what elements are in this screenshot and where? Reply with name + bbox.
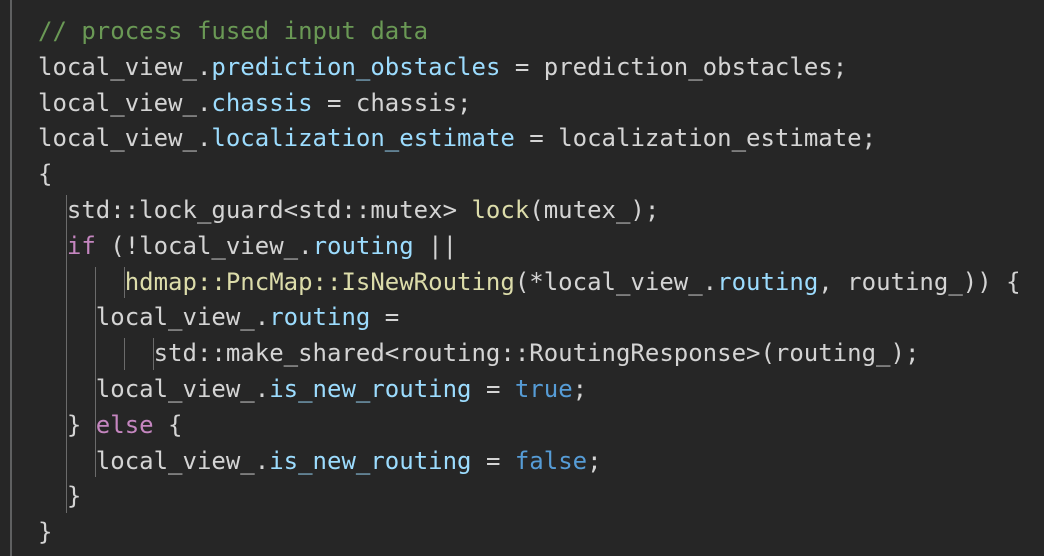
code-token-property: localization_estimate (211, 124, 515, 153)
code-token-property: routing (269, 303, 371, 332)
code-token-comment: // process fused input data (38, 17, 429, 45)
code-token-plain: . (196, 124, 212, 153)
code-token-plain: local_view_ (38, 124, 197, 153)
code-token-plain: . (702, 267, 718, 296)
code-token-property: is_new_routing (269, 375, 472, 403)
code-token-plain: local_view_ (38, 303, 255, 332)
code-token-function: lock (471, 196, 530, 224)
code-line[interactable]: local_view_.is_new_routing = false; (38, 444, 602, 480)
code-line[interactable]: local_view_.localization_estimate = loca… (38, 121, 876, 157)
code-token-property: routing (717, 267, 819, 296)
code-token-plain: . (196, 52, 212, 81)
code-token-plain: std::make_shared<routing::RoutingRespons… (38, 339, 920, 368)
code-token-property: routing (312, 231, 414, 260)
code-token-plain: } (38, 410, 96, 439)
code-editor-viewport: // process fused input data local_view_.p… (0, 0, 1044, 556)
code-token-plain: || (413, 231, 458, 260)
code-text-surface[interactable]: // process fused input data local_view_.p… (0, 0, 1044, 556)
code-line[interactable]: } else { (38, 408, 183, 444)
code-token-plain: local_view_ (38, 446, 255, 475)
code-token-plain: ; (572, 375, 588, 403)
code-token-plain: local_view_ (38, 52, 197, 81)
code-token-plain: (mutex_); (529, 196, 660, 224)
code-token-plain: , routing_)) { (818, 267, 1021, 296)
code-token-plain: { (38, 160, 53, 189)
code-token-plain: } (38, 518, 53, 547)
code-token-plain: . (196, 88, 212, 117)
code-token-plain: local_view_ (38, 88, 197, 117)
code-token-function: hdmap::PncMap:: (38, 267, 342, 296)
code-token-plain: = prediction_obstacles; (500, 52, 848, 81)
code-line[interactable]: local_view_.prediction_obstacles = predi… (38, 50, 847, 86)
code-line[interactable]: if (!local_view_.routing || (38, 229, 457, 265)
code-token-constant: false (514, 446, 588, 475)
code-token-function: IsNewRouting (341, 267, 515, 296)
code-token-plain: = (370, 303, 400, 332)
code-line[interactable]: } (38, 515, 52, 551)
code-token-keyword: if (66, 231, 96, 260)
code-token-plain: . (254, 303, 270, 332)
code-line[interactable]: hdmap::PncMap::IsNewRouting(*local_view_… (38, 265, 1021, 301)
code-line[interactable]: std::make_shared<routing::RoutingRespons… (38, 336, 920, 372)
code-token-plain: (*local_view_ (514, 267, 703, 296)
code-line[interactable]: { (38, 157, 52, 193)
code-token-plain: { (153, 410, 183, 439)
code-token-plain: = (471, 375, 515, 403)
code-line[interactable]: local_view_.chassis = chassis; (38, 86, 472, 122)
code-token-plain: . (254, 446, 270, 475)
code-token-property: chassis (211, 88, 313, 117)
code-line[interactable]: std::lock_guard<std::mutex> lock(mutex_)… (38, 193, 659, 229)
code-token-property: prediction_obstacles (211, 52, 501, 81)
code-token-plain: = chassis; (312, 88, 472, 117)
code-token-plain: . (254, 375, 270, 403)
code-token-plain: (!local_view_ (95, 231, 299, 260)
code-line[interactable]: local_view_.routing = (38, 300, 399, 336)
code-token-plain: } (38, 482, 82, 511)
code-line[interactable]: // process fused input data (38, 14, 428, 50)
code-token-constant: true (514, 375, 573, 403)
code-line[interactable]: local_view_.is_new_routing = true; (38, 372, 587, 408)
code-line[interactable]: } (38, 479, 81, 515)
code-token-property: is_new_routing (269, 446, 472, 475)
code-token-plain: = localization_estimate; (514, 124, 877, 153)
code-token-plain: ; (587, 446, 602, 475)
code-token-plain: local_view_ (38, 375, 255, 403)
code-token-plain: . (298, 231, 313, 260)
code-token-keyword: else (95, 410, 154, 439)
code-token-plain: = (471, 446, 515, 475)
code-token-plain: std::lock_guard<std::mutex> (38, 196, 472, 224)
